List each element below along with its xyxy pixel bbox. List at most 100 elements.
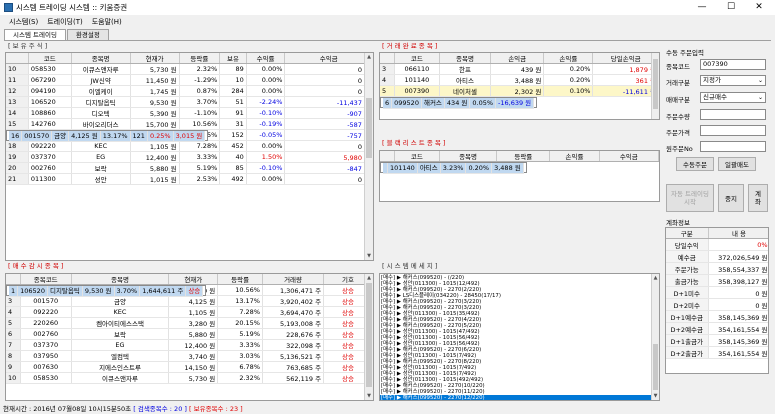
price-input[interactable]: [700, 125, 766, 136]
table-row[interactable]: 101140 아티스 3.23% 0.20% 3,488 원: [380, 162, 527, 174]
completed-header-2[interactable]: 종목명: [439, 53, 492, 64]
watch-grid[interactable]: 종목코드 종목명 현재가 등락률 거래량 기호 1 106520 디지탈옵틱 9,530 원 3.…: [5, 273, 374, 401]
syslog-list[interactable]: [매수] ▶ 해커스(099520) - (/220) [매수] ▶ 성안(011…: [379, 273, 660, 401]
maximize-button[interactable]: ☐: [718, 0, 744, 15]
table-row[interactable]: 7 037370 EG 12,400 원 3.33% 322,098 주 상승: [6, 339, 373, 351]
holdings-header-3[interactable]: 현재가: [130, 53, 180, 64]
blacklist-header-5[interactable]: 수익금: [599, 151, 659, 162]
completed-header-5[interactable]: 당일손익금: [592, 53, 659, 64]
scroll-down-icon[interactable]: ▼: [365, 252, 373, 260]
table-row[interactable]: 12094190이엘케이1,745 원0.87%2840.00%0 원: [6, 85, 373, 97]
table-row[interactable]: 6 002760 보락 5,880 원 5.19% 228,676 주 상승: [6, 328, 373, 340]
syslog-scrollbar[interactable]: ▲ ▼: [651, 274, 659, 400]
auto-trade-start-button[interactable]: 자동 트레이딩 시작: [666, 184, 714, 212]
scroll-down-icon[interactable]: ▼: [652, 392, 659, 400]
table-row[interactable]: 4 101140 아티스 3,488 원 0.20% 361 원: [380, 74, 659, 86]
scroll-up-icon[interactable]: ▲: [365, 274, 373, 282]
watch-scrollbar[interactable]: ▲ ▼: [364, 274, 373, 400]
watch-header-0[interactable]: [6, 274, 21, 285]
account-header-0[interactable]: 구분: [666, 228, 709, 239]
watch-header-4[interactable]: 등락률: [217, 274, 263, 285]
menu-help[interactable]: 도움말(H): [92, 17, 122, 27]
table-row[interactable]: 10058530이큐스앤자루5,730 원2.32%890.00%0 원: [6, 63, 373, 75]
table-cell: 40: [219, 151, 247, 163]
completed-header-3[interactable]: 손익금: [490, 53, 545, 64]
scroll-up-icon[interactable]: ▲: [365, 53, 373, 61]
holdings-scrollbar[interactable]: ▲ ▼: [364, 53, 373, 260]
holdings-header-5[interactable]: 보유: [219, 53, 247, 64]
table-row[interactable]: 4 092220 KEC 1,105 원 7.28% 3,694,470 주 상승: [6, 306, 373, 318]
blacklist-header-4[interactable]: 손익률: [549, 151, 600, 162]
holdings-header-2[interactable]: 종목명: [71, 53, 131, 64]
holdings-header-4[interactable]: 등락률: [179, 53, 221, 64]
table-row[interactable]: 9 007630 지에스인스트루 14,150 원 6.78% 763,685 주 상승: [6, 361, 373, 373]
table-row[interactable]: 16 001570 금양 4,125 원 13.17% 121 0.25% 3,015 원: [6, 130, 209, 142]
completed-header-4[interactable]: 손익률: [543, 53, 594, 64]
table-row[interactable]: 21011300성안1,015 원2.53%4920.00%0 원: [6, 173, 373, 185]
scroll-up-icon[interactable]: ▲: [652, 274, 659, 282]
account-header-1[interactable]: 내 용: [708, 228, 768, 239]
watch-header-1[interactable]: 종목코드: [20, 274, 72, 285]
code-input[interactable]: 007390: [700, 59, 766, 70]
orig-input[interactable]: [700, 141, 766, 152]
blacklist-header-2[interactable]: 종목명: [439, 151, 498, 162]
qty-input[interactable]: [700, 109, 766, 120]
tab-settings[interactable]: 환경설정: [66, 29, 109, 40]
account-label: D+1출금가: [666, 334, 709, 347]
holdings-header-6[interactable]: 수익률: [246, 53, 286, 64]
scroll-down-icon[interactable]: ▼: [365, 392, 373, 400]
account-value: 0 원: [708, 298, 768, 311]
watch-header-3[interactable]: 현재가: [168, 274, 219, 285]
bulk-sell-button[interactable]: 일괄매도: [718, 157, 756, 171]
table-row[interactable]: 14 108860 디오텍 5,390 원 -1.10% 91 -0.10% -907 원: [6, 107, 373, 119]
completed-header-1[interactable]: 코드: [394, 53, 440, 64]
table-cell: 금양: [51, 131, 70, 142]
table-cell: 4: [6, 306, 21, 318]
holdings-grid[interactable]: 코드 종목명 현재가 등락률 보유 수익률 수익금 10 058530 이큐스앤자루 5,730 …: [5, 52, 374, 261]
type-select[interactable]: 지정가 ⌄: [700, 75, 766, 86]
scroll-thumb[interactable]: [653, 59, 658, 109]
menu-trading[interactable]: 트레이딩(T): [47, 17, 83, 27]
completed-header-0[interactable]: [380, 53, 395, 64]
table-row[interactable]: 10 058530 이큐스앤자루 5,730 원 2.32% 562,119 주 상승: [6, 372, 373, 384]
watch-header-2[interactable]: 종목명: [71, 274, 170, 285]
holdings-header-7[interactable]: 수익금: [284, 53, 373, 64]
table-row[interactable]: 13 106520 디지탈옵틱 9,530 원 3.70% 51 -2.24% -11,437…: [6, 96, 373, 108]
blacklist-header-1[interactable]: 코드: [394, 151, 440, 162]
table-row[interactable]: 3 066110 한프 439 원 0.20% 1,879 원: [380, 63, 659, 75]
tab-system-trading[interactable]: 시스템 트레이딩: [4, 29, 66, 40]
menu-system[interactable]: 시스템(S): [9, 17, 38, 27]
side-select[interactable]: 신규매수 ⌄: [700, 92, 766, 103]
watch-header-5[interactable]: 거래량: [262, 274, 325, 285]
close-button[interactable]: ✕: [746, 0, 772, 15]
table-row[interactable]: 3 001570 금양 4,125 원 13.17% 3,920,402 주 상승: [6, 295, 373, 307]
table-row[interactable]: 1 106520 디지탈옵틱 9,530 원 3.70% 1,644,611 주 상승: [6, 285, 207, 297]
holdings-header-0[interactable]: [6, 53, 29, 64]
table-row[interactable]: 11067290JW신약11,450 원-1.29%100.00%0 원: [6, 74, 373, 86]
scroll-thumb[interactable]: [653, 344, 658, 390]
manual-order-button[interactable]: 수동주문: [676, 157, 714, 171]
table-row[interactable]: 8 037950 엘컴텍 3,740 원 3.03% 5,136,521 주 상승: [6, 350, 373, 362]
table-row[interactable]: 5 007390 네이처셀 2,302 원 0.10% -11,611 원: [380, 85, 659, 97]
scroll-thumb[interactable]: [366, 98, 372, 158]
table-row[interactable]: 15 142760 바이오리더스 15,700 원 10.56% 31 -0.19% -587…: [6, 118, 373, 130]
table-row[interactable]: 20 002760 보락 5,880 원 5.19% 85 -0.10% -847 원: [6, 162, 373, 174]
log-line[interactable]: [매수] ▶ 해커스(099520) - 2270(12/220): [380, 395, 659, 400]
blacklist-header-3[interactable]: 등락률: [496, 151, 551, 162]
table-row[interactable]: 5 220260 켐아이티에스스택 3,280 원 20.15% 5,193,008 주상…: [6, 317, 373, 329]
completed-scrollbar[interactable]: [651, 53, 659, 119]
table-cell: 1,105 원: [130, 140, 180, 152]
table-cell: 092220: [20, 306, 72, 318]
holdings-header-1[interactable]: 코드: [28, 53, 72, 64]
blacklist-grid[interactable]: 코드 종목명 등락률 손익률 수익금 101140 아티스 3.23% 0.20% 3,488 …: [379, 150, 660, 202]
account-button[interactable]: 계좌: [748, 184, 768, 212]
blacklist-header-0[interactable]: [380, 151, 395, 162]
table-row[interactable]: 19 037370 EG 12,400 원 3.33% 40 1.50% 5,980 원: [6, 151, 373, 163]
stop-button[interactable]: 중지: [718, 184, 744, 212]
minimize-button[interactable]: —: [689, 0, 715, 15]
table-cell: 5,980 원: [284, 151, 373, 163]
table-row[interactable]: 6 099520 해커스 434 원 0.05% -16,639 원: [380, 97, 538, 109]
table-row[interactable]: 18092220KEC1,105 원7.28%4520.00%0 원: [6, 140, 373, 152]
completed-grid[interactable]: 코드 종목명 손익금 손익률 당일손익금 3 066110 한프 439 원 0.20% 1,87…: [379, 52, 660, 120]
scroll-thumb[interactable]: [366, 283, 372, 387]
